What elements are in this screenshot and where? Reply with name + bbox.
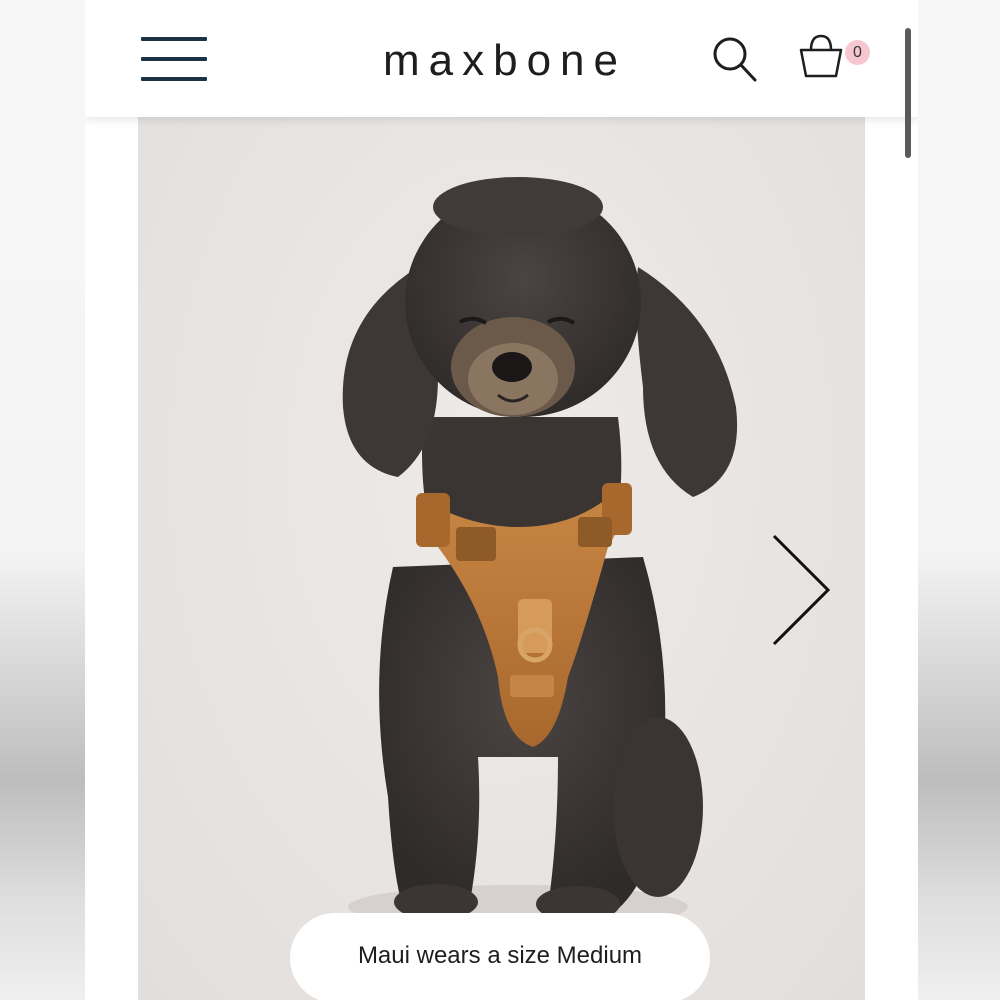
menu-button[interactable] <box>141 37 207 83</box>
cart-button[interactable] <box>799 32 849 80</box>
search-button[interactable] <box>711 36 757 82</box>
chevron-right-icon <box>772 534 831 646</box>
background-left <box>0 0 85 1000</box>
image-caption: Maui wears a size Medium <box>290 913 710 1000</box>
scrollbar[interactable] <box>905 28 911 158</box>
site-header: maxbone 0 <box>85 0 918 117</box>
hamburger-menu-icon <box>141 37 207 41</box>
cart-count-badge: 0 <box>845 40 870 65</box>
dog-photo <box>342 177 738 929</box>
product-image[interactable]: Maui wears a size Medium <box>138 117 865 1000</box>
background-right <box>918 0 1000 1000</box>
phone-screen: maxbone 0 Maui wears a size Medium <box>85 0 918 1000</box>
search-icon <box>713 37 757 82</box>
shopping-bag-icon <box>799 34 843 78</box>
brand-logo[interactable]: maxbone <box>355 36 655 86</box>
next-image-button[interactable] <box>770 532 834 652</box>
